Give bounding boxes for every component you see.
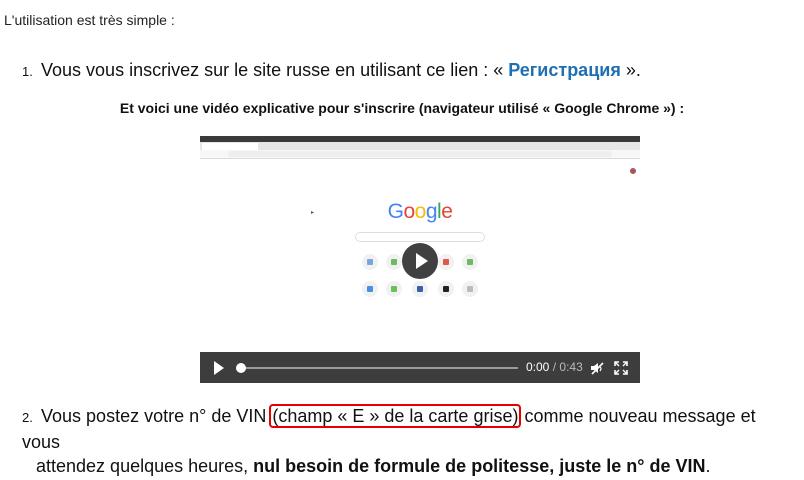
registration-link[interactable]: Регистрация bbox=[508, 60, 621, 80]
time-display: 0:00 / 0:43 bbox=[526, 360, 583, 374]
shortcut-icon bbox=[362, 281, 378, 297]
shortcut-icon bbox=[362, 254, 378, 270]
step2-bold-text: nul besoin de formule de politesse, just… bbox=[253, 456, 706, 476]
current-time: 0:00 bbox=[526, 360, 550, 374]
duration: 0:43 bbox=[559, 360, 583, 374]
shortcut-icon bbox=[462, 254, 478, 270]
list-number: 1. bbox=[22, 64, 33, 79]
step1-text-end: ». bbox=[620, 60, 641, 80]
shortcut-icon bbox=[438, 281, 454, 297]
play-icon[interactable] bbox=[214, 361, 224, 375]
step2-line2-end: . bbox=[705, 456, 711, 476]
shortcut-icon bbox=[412, 281, 428, 297]
list-item-register: 1. Vous vous inscrivez sur le site russe… bbox=[22, 58, 641, 84]
play-overlay-button[interactable] bbox=[402, 243, 438, 279]
shortcut-icon bbox=[438, 254, 454, 270]
step1-text: Vous vous inscrivez sur le site russe en… bbox=[41, 60, 509, 80]
avatar bbox=[630, 168, 636, 174]
google-logo: Google bbox=[387, 200, 453, 223]
intro-text: L'utilisation est très simple : bbox=[4, 12, 175, 28]
step2-text: Vous postez votre n° de VIN bbox=[41, 406, 272, 426]
fullscreen-icon[interactable] bbox=[614, 361, 628, 375]
video-caption: Et voici une vidéo explicative pour s'in… bbox=[119, 100, 685, 116]
list-item-vin: 2. Vous postez votre n° de VIN (champ « … bbox=[22, 404, 792, 478]
video-controls: 0:00 / 0:43 bbox=[200, 352, 640, 383]
video-search-box bbox=[355, 232, 485, 242]
step2-line2: attendez quelques heures, bbox=[36, 456, 254, 476]
highlighted-vin-field: (champ « E » de la carte grise) bbox=[269, 404, 522, 428]
shortcut-icon bbox=[386, 281, 402, 297]
progress-thumb[interactable] bbox=[236, 363, 246, 373]
cursor-icon: ▸ bbox=[311, 210, 315, 216]
progress-track[interactable] bbox=[241, 367, 518, 369]
add-shortcut-icon bbox=[462, 281, 478, 297]
list-number: 2. bbox=[22, 410, 33, 425]
shortcut-icon bbox=[386, 254, 402, 270]
time-separator: / bbox=[552, 360, 557, 374]
mute-icon[interactable] bbox=[590, 361, 604, 375]
video-player[interactable]: Google ▸ 0:00 / 0:43 bbox=[200, 136, 640, 383]
